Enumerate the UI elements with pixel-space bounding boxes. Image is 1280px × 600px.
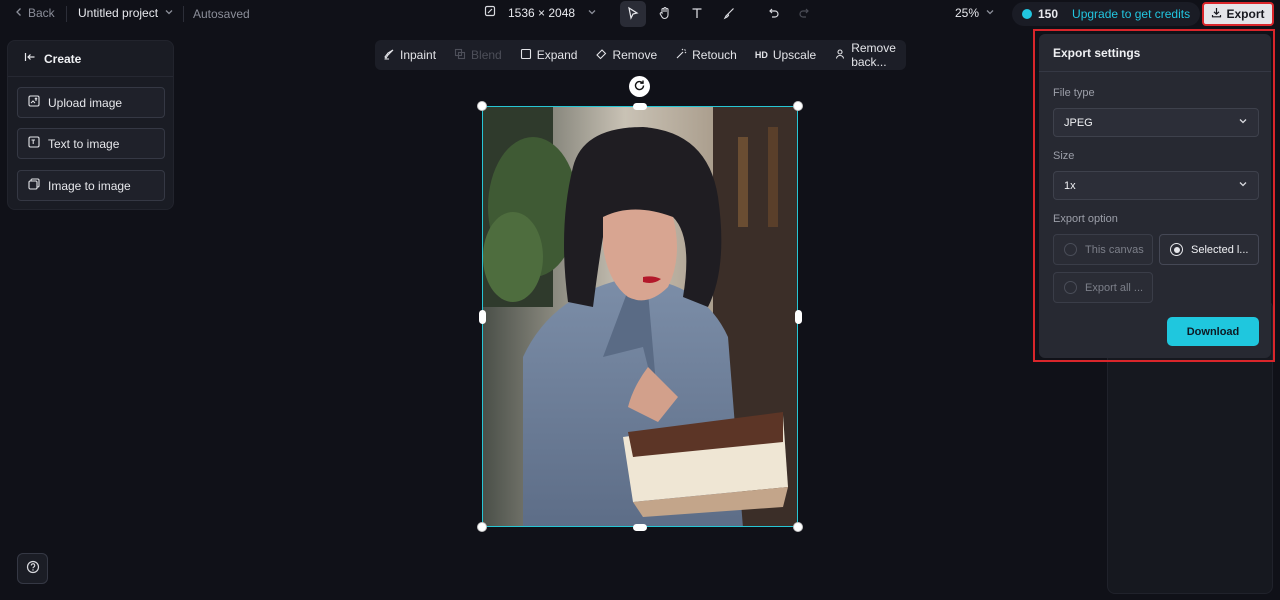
- credits-count: 150: [1038, 7, 1059, 21]
- brush-tool-button[interactable]: [716, 1, 742, 27]
- hand-icon: [658, 6, 672, 23]
- top-bar: Back Untitled project Autosaved 1536 × 2…: [0, 0, 1280, 28]
- undo-icon: [766, 6, 780, 23]
- collapse-left-icon: [24, 51, 36, 66]
- autosaved-status: Autosaved: [193, 7, 250, 21]
- help-button[interactable]: [17, 553, 48, 584]
- photo-woman-with-dessert: [483, 107, 797, 526]
- project-title-dropdown[interactable]: Untitled project: [78, 6, 174, 20]
- divider: [66, 6, 67, 22]
- expand-icon: [520, 48, 532, 63]
- brush-icon: [722, 6, 736, 23]
- chevron-down-icon: [985, 6, 995, 20]
- image-edit-toolbar: Inpaint Blend Expand Remove Retouch HD U…: [375, 40, 906, 70]
- chevron-left-icon: [14, 6, 24, 20]
- text-icon: [690, 6, 704, 23]
- zoom-level: 25%: [955, 6, 980, 20]
- inpaint-icon: [383, 48, 395, 63]
- upload-image-label: Upload image: [48, 95, 123, 110]
- resize-icon: [484, 5, 496, 20]
- retouch-icon: [675, 48, 687, 63]
- image-to-image-icon: [28, 178, 40, 193]
- question-mark-icon: [26, 560, 40, 577]
- create-panel-title: Create: [44, 51, 82, 66]
- export-label: Export: [1226, 7, 1265, 21]
- upload-image-icon: [28, 95, 40, 110]
- remove-label: Remove: [612, 48, 658, 62]
- redo-icon: [798, 6, 812, 23]
- undo-button[interactable]: [760, 1, 786, 27]
- credits-badge[interactable]: 150 Upgrade to get credits: [1012, 2, 1201, 26]
- canvas-size-dropdown[interactable]: 1536 × 2048: [484, 5, 597, 20]
- remove-background-label: Remove back...: [851, 41, 896, 69]
- download-icon: [1211, 7, 1222, 21]
- credits-icon: [1022, 9, 1032, 19]
- rotate-handle[interactable]: [629, 76, 650, 97]
- resize-handle-left[interactable]: [479, 310, 486, 324]
- canvas-tools: [620, 1, 818, 27]
- retouch-label: Retouch: [692, 48, 737, 62]
- hand-tool-button[interactable]: [652, 1, 678, 27]
- text-to-image-button[interactable]: Text to image: [17, 128, 165, 159]
- upscale-label: Upscale: [772, 48, 817, 62]
- hd-icon: HD: [754, 50, 768, 60]
- remove-background-button[interactable]: Remove back...: [834, 41, 906, 69]
- zoom-dropdown[interactable]: 25%: [955, 6, 995, 20]
- resize-handle-bottom[interactable]: [633, 524, 647, 531]
- resize-handle-top[interactable]: [633, 103, 647, 110]
- canvas-dimensions: 1536 × 2048: [508, 5, 576, 20]
- redo-button[interactable]: [792, 1, 818, 27]
- create-panel-header[interactable]: Create: [8, 41, 173, 77]
- resize-handle-bottom-left[interactable]: [477, 522, 487, 532]
- resize-handle-top-left[interactable]: [477, 101, 487, 111]
- eraser-icon: [595, 48, 607, 63]
- divider: [183, 6, 184, 22]
- text-to-image-label: Text to image: [48, 136, 120, 151]
- inpaint-button[interactable]: Inpaint: [383, 48, 436, 63]
- inpaint-label: Inpaint: [400, 48, 437, 62]
- create-panel: Create Upload image Text to image Image …: [7, 40, 174, 210]
- resize-handle-right[interactable]: [795, 310, 802, 324]
- resize-handle-top-right[interactable]: [793, 101, 803, 111]
- retouch-button[interactable]: Retouch: [675, 48, 737, 63]
- canvas-image[interactable]: [482, 106, 798, 527]
- blend-icon: [454, 48, 466, 63]
- highlight-box: [1033, 29, 1275, 362]
- rotate-icon: [633, 79, 646, 95]
- blend-label: Blend: [471, 48, 502, 62]
- back-label: Back: [28, 6, 55, 20]
- expand-button[interactable]: Expand: [520, 48, 578, 63]
- upscale-button[interactable]: HD Upscale: [755, 48, 816, 62]
- blend-button[interactable]: Blend: [454, 48, 502, 63]
- cursor-icon: [626, 6, 640, 23]
- back-button[interactable]: Back: [14, 6, 55, 20]
- image-to-image-label: Image to image: [48, 178, 131, 193]
- resize-handle-bottom-right[interactable]: [793, 522, 803, 532]
- upload-image-button[interactable]: Upload image: [17, 87, 165, 118]
- chevron-down-icon: [164, 6, 174, 20]
- export-button[interactable]: Export: [1202, 2, 1274, 26]
- upgrade-link[interactable]: Upgrade to get credits: [1072, 7, 1190, 21]
- image-to-image-button[interactable]: Image to image: [17, 170, 165, 201]
- remove-button[interactable]: Remove: [595, 48, 657, 63]
- text-tool-button[interactable]: [684, 1, 710, 27]
- chevron-down-icon: [587, 6, 597, 20]
- select-tool-button[interactable]: [620, 1, 646, 27]
- person-cutout-icon: [834, 48, 846, 63]
- text-to-image-icon: [28, 136, 40, 151]
- expand-label: Expand: [536, 48, 578, 62]
- project-title: Untitled project: [78, 6, 159, 20]
